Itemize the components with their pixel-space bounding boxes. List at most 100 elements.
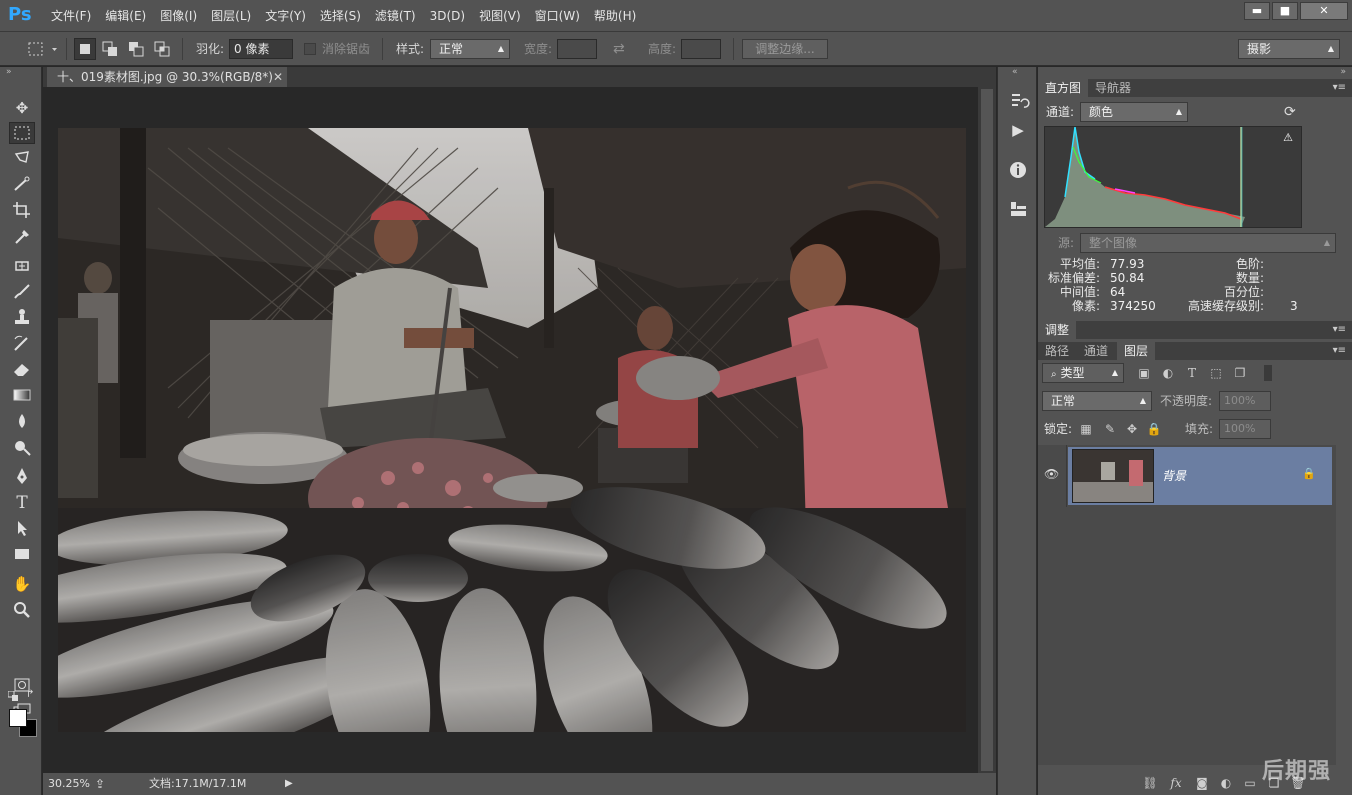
zoom-level[interactable]: 30.25% bbox=[48, 773, 90, 795]
collapse-icon[interactable]: « bbox=[1012, 67, 1018, 77]
panel-menu-icon[interactable]: ▾≡ bbox=[1333, 321, 1346, 339]
lock-all-icon[interactable]: 🔒 bbox=[1146, 421, 1162, 437]
filter-pixel-icon[interactable]: ▣ bbox=[1136, 365, 1152, 381]
add-mask-icon[interactable]: ◙ bbox=[1194, 775, 1210, 791]
brush-icon[interactable] bbox=[9, 281, 35, 303]
marquee-tool-icon[interactable] bbox=[9, 122, 35, 144]
new-adjustment-icon[interactable]: ◐ bbox=[1218, 775, 1234, 791]
menu-filter[interactable]: 滤镜(T) bbox=[368, 0, 423, 32]
quick-mask-icon[interactable] bbox=[9, 675, 35, 697]
layer-filter-select[interactable]: ⌕ 类型 ▲ bbox=[1042, 363, 1124, 383]
document-tab[interactable]: 十、019素材图.jpg @ 30.3%(RGB/8*) ✕ bbox=[47, 67, 287, 87]
maximize-button[interactable]: ■ bbox=[1272, 2, 1298, 20]
foreground-color-swatch[interactable] bbox=[9, 709, 27, 727]
blur-icon[interactable] bbox=[9, 411, 35, 433]
new-selection-icon[interactable] bbox=[74, 38, 96, 60]
play-arrow-icon[interactable]: ▶ bbox=[285, 773, 293, 795]
tab-layers[interactable]: 图层 bbox=[1117, 342, 1156, 360]
lock-transparent-icon[interactable]: ▦ bbox=[1078, 421, 1094, 437]
blend-mode-select[interactable]: 正常 ▲ bbox=[1042, 391, 1152, 411]
close-icon[interactable]: ✕ bbox=[273, 67, 283, 87]
opacity-input[interactable]: 100% bbox=[1219, 391, 1271, 411]
path-select-icon[interactable] bbox=[9, 518, 35, 540]
type-tool-icon[interactable]: T bbox=[9, 492, 35, 514]
fx-icon[interactable]: fx bbox=[1168, 775, 1184, 791]
gradient-icon[interactable] bbox=[9, 385, 35, 407]
tab-paths[interactable]: 路径 bbox=[1038, 342, 1076, 360]
feather-input[interactable]: 0 像素 bbox=[229, 39, 293, 59]
expand-icon[interactable]: » bbox=[1340, 67, 1346, 77]
menu-view[interactable]: 视图(V) bbox=[472, 0, 528, 32]
layer-thumbnail[interactable] bbox=[1072, 449, 1154, 503]
dodge-icon[interactable] bbox=[9, 437, 35, 459]
scrollbar-thumb[interactable] bbox=[981, 89, 993, 771]
menu-type[interactable]: 文字(Y) bbox=[258, 0, 313, 32]
filter-smart-object-icon[interactable]: ❐ bbox=[1232, 365, 1248, 381]
collapse-icon[interactable]: » bbox=[6, 67, 12, 77]
intersect-selection-icon[interactable] bbox=[152, 39, 172, 59]
menu-file[interactable]: 文件(F) bbox=[44, 0, 98, 32]
filter-shape-icon[interactable]: ⬚ bbox=[1208, 365, 1224, 381]
history-panel-icon[interactable] bbox=[1006, 91, 1030, 113]
info-icon[interactable] bbox=[1006, 160, 1030, 182]
menu-edit[interactable]: 编辑(E) bbox=[98, 0, 153, 32]
pen-icon[interactable] bbox=[9, 466, 35, 488]
filter-toggle[interactable] bbox=[1264, 365, 1272, 381]
quick-select-icon[interactable] bbox=[9, 174, 35, 196]
rectangle-shape-icon[interactable] bbox=[9, 544, 35, 566]
menu-3d[interactable]: 3D(D) bbox=[423, 0, 472, 32]
canvas-area[interactable] bbox=[43, 87, 996, 773]
hand-icon[interactable]: ✋ bbox=[9, 573, 35, 595]
panel-menu-icon[interactable]: ▾≡ bbox=[1333, 79, 1346, 97]
zoom-icon[interactable] bbox=[9, 599, 35, 621]
crop-icon[interactable] bbox=[9, 200, 35, 222]
layer-name[interactable]: 背景 bbox=[1162, 467, 1186, 484]
healing-brush-icon[interactable] bbox=[9, 256, 35, 278]
panel-menu-icon[interactable]: ▾≡ bbox=[1333, 342, 1346, 360]
tab-channels[interactable]: 通道 bbox=[1077, 342, 1115, 360]
lock-position-icon[interactable]: ✥ bbox=[1124, 421, 1140, 437]
subtract-from-selection-icon[interactable] bbox=[126, 39, 146, 59]
menu-image[interactable]: 图像(I) bbox=[153, 0, 204, 32]
warning-icon[interactable]: ⚠ bbox=[1283, 131, 1293, 144]
fill-input[interactable]: 100% bbox=[1219, 419, 1271, 439]
menu-select[interactable]: 选择(S) bbox=[313, 0, 368, 32]
eraser-icon[interactable] bbox=[9, 359, 35, 381]
filter-type-icon[interactable]: T bbox=[1184, 365, 1200, 381]
source-select[interactable]: 整个图像 ▲ bbox=[1080, 233, 1336, 253]
menu-window[interactable]: 窗口(W) bbox=[528, 0, 587, 32]
menu-layer[interactable]: 图层(L) bbox=[204, 0, 258, 32]
move-icon[interactable]: ✥ bbox=[9, 97, 35, 119]
menu-help[interactable]: 帮助(H) bbox=[587, 0, 643, 32]
minimize-button[interactable]: ▬ bbox=[1244, 2, 1270, 20]
layer-comps-icon[interactable] bbox=[1006, 199, 1030, 221]
height-input[interactable] bbox=[681, 39, 721, 59]
document-image[interactable] bbox=[58, 128, 966, 732]
lock-image-icon[interactable]: ✎ bbox=[1102, 421, 1118, 437]
lasso-icon[interactable] bbox=[9, 148, 35, 170]
link-layers-icon[interactable]: ⛓ bbox=[1142, 775, 1158, 791]
refine-edge-button[interactable]: 调整边缘... bbox=[742, 39, 828, 59]
vertical-scrollbar[interactable] bbox=[978, 87, 996, 773]
stamp-icon[interactable] bbox=[9, 307, 35, 329]
channel-select[interactable]: 颜色 ▲ bbox=[1080, 102, 1188, 122]
history-brush-icon[interactable] bbox=[9, 333, 35, 355]
style-select[interactable]: 正常 ▲ bbox=[430, 39, 510, 59]
antialias-checkbox[interactable] bbox=[304, 43, 316, 55]
eyedropper-icon[interactable] bbox=[9, 226, 35, 248]
filter-adjustment-icon[interactable]: ◐ bbox=[1160, 365, 1176, 381]
eye-icon[interactable]: 👁 bbox=[1044, 467, 1060, 483]
workspace-select[interactable]: 摄影 ▲ bbox=[1238, 39, 1340, 59]
actions-play-icon[interactable]: ▶ bbox=[1006, 119, 1030, 141]
refresh-icon[interactable]: ⟳ bbox=[1284, 104, 1296, 120]
new-group-icon[interactable]: ▭ bbox=[1242, 775, 1258, 791]
export-icon[interactable]: ⇪ bbox=[95, 773, 105, 795]
add-to-selection-icon[interactable] bbox=[100, 39, 120, 59]
tool-preset-picker[interactable] bbox=[28, 40, 62, 58]
tab-navigator[interactable]: 导航器 bbox=[1088, 79, 1138, 97]
tab-histogram[interactable]: 直方图 bbox=[1038, 79, 1089, 97]
swap-dimensions-icon[interactable]: ⇄ bbox=[613, 32, 625, 66]
close-button[interactable]: ✕ bbox=[1300, 2, 1348, 20]
layer-row[interactable]: 👁 背景 🔒 bbox=[1038, 445, 1336, 507]
tab-adjustments[interactable]: 调整 bbox=[1038, 321, 1077, 339]
